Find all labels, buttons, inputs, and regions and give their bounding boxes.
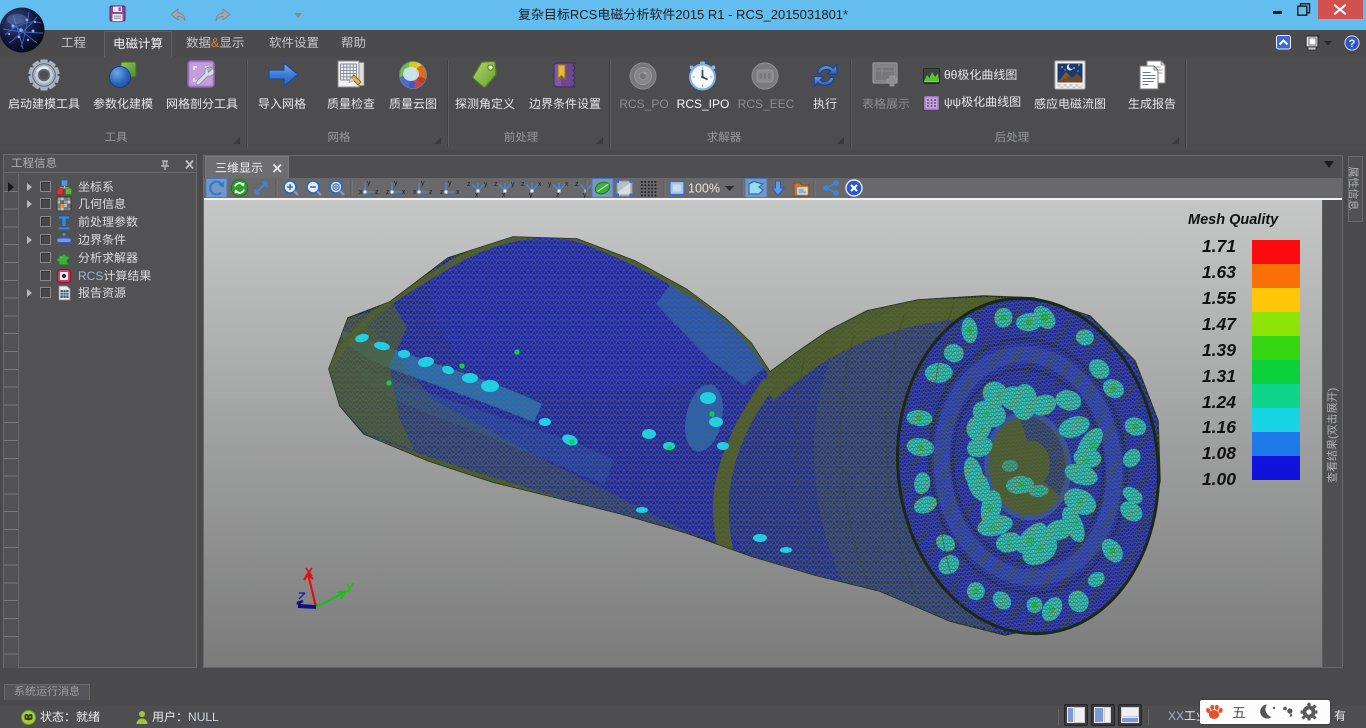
svg-text:x: x [402,189,406,196]
svg-text:z: z [375,189,379,196]
svg-text:y: y [367,180,371,187]
svg-text:z: z [494,181,498,188]
svg-text:y: y [548,181,552,188]
svg-text:100%: 100% [688,182,720,196]
svg-text:y: y [511,181,515,188]
svg-text:五: 五 [1232,703,1246,723]
svg-text:?: ? [1349,38,1356,50]
svg-text:z: z [521,181,525,188]
svg-text:z: z [429,189,433,196]
svg-text:y: y [394,180,398,187]
svg-text:z: z [386,189,390,196]
svg-text:x: x [413,189,417,196]
svg-text:y: y [421,180,425,187]
svg-text:x: x [538,181,542,188]
svg-text:x: x [565,181,569,188]
svg-text:x: x [359,189,363,196]
svg-text:y: y [484,181,488,188]
svg-text:z: z [467,181,471,188]
svg-text:y: y [448,180,452,187]
svg-text:z: z [575,181,579,188]
svg-text:z: z [440,189,444,196]
svg-text:x: x [456,189,460,196]
